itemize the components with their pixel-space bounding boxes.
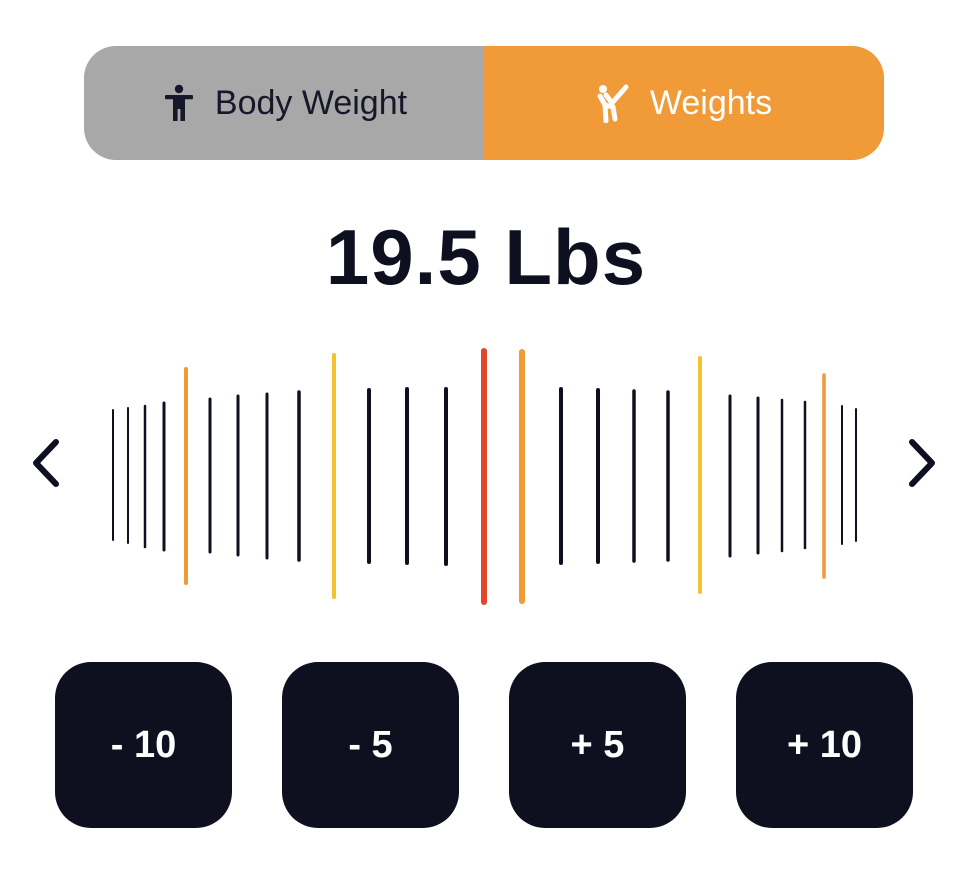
- person-standing-icon: [161, 83, 197, 123]
- weight-ruler[interactable]: [0, 330, 972, 620]
- minus-5-button[interactable]: - 5: [282, 662, 459, 828]
- step-buttons: - 10 - 5 + 5 + 10: [55, 662, 913, 828]
- plus-10-button[interactable]: + 10: [736, 662, 913, 828]
- weights-tab[interactable]: Weights: [484, 46, 884, 160]
- martial-arts-kick-icon: [596, 83, 632, 123]
- body-weight-label: Body Weight: [214, 83, 408, 122]
- weights-label: Weights: [649, 83, 773, 122]
- minus-10-button[interactable]: - 10: [55, 662, 232, 828]
- weight-value: 19.5 Lbs: [325, 213, 647, 301]
- mode-toggle: Body Weight Weights: [84, 46, 884, 160]
- plus-5-button[interactable]: + 5: [509, 662, 686, 828]
- body-weight-tab[interactable]: Body Weight: [84, 46, 484, 160]
